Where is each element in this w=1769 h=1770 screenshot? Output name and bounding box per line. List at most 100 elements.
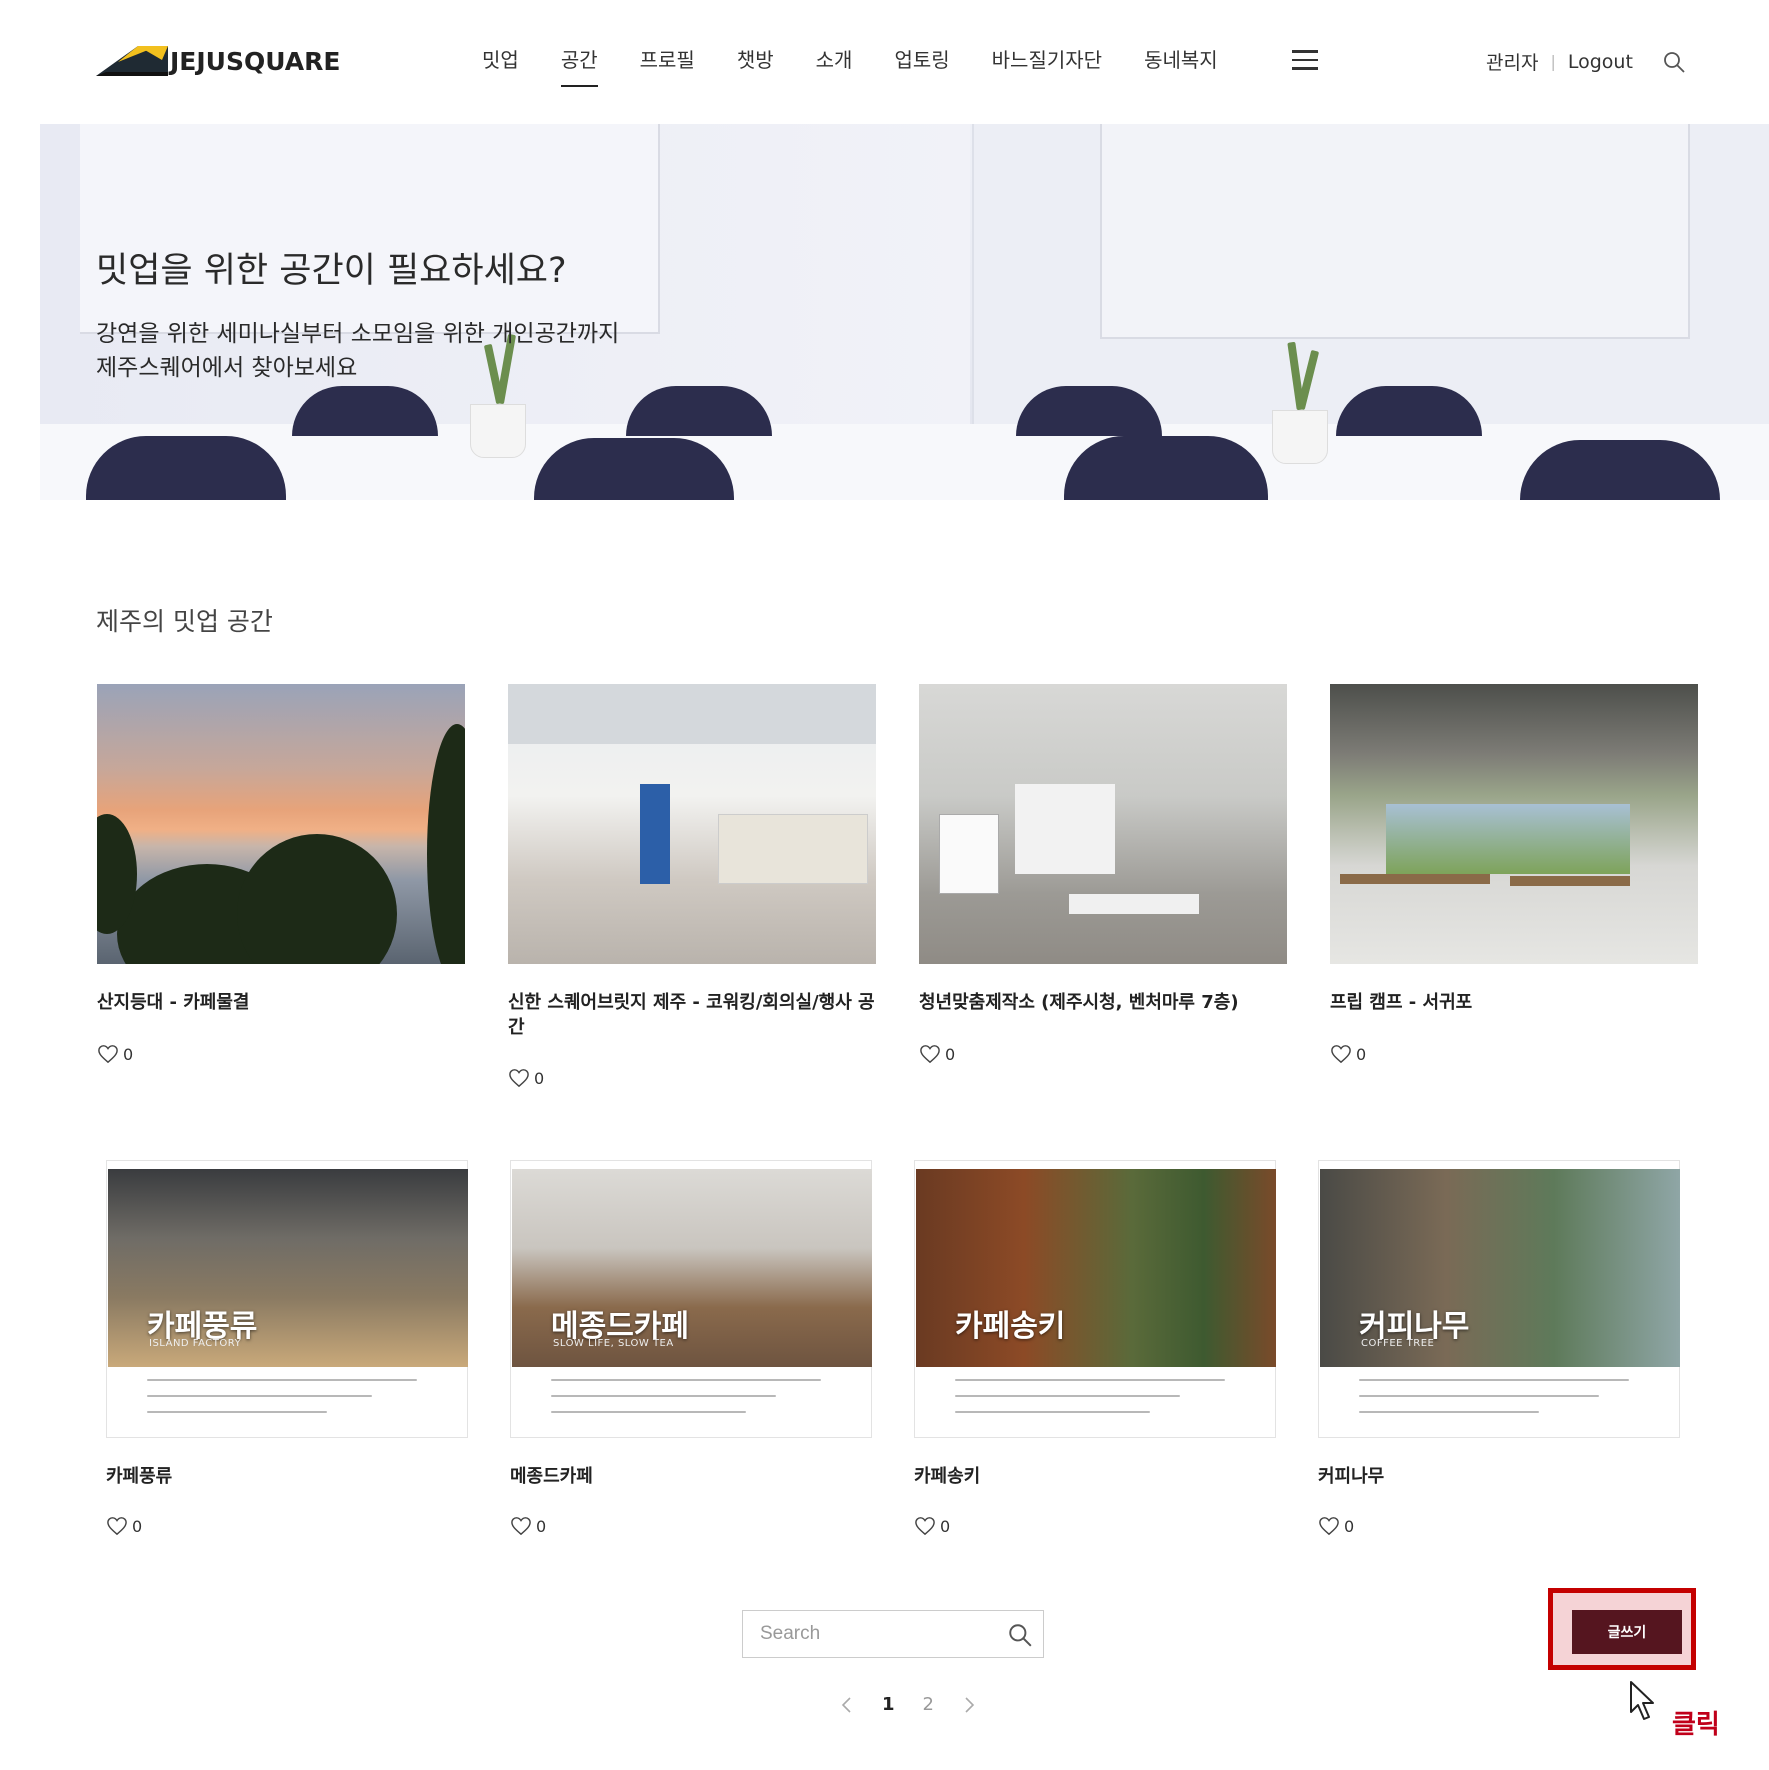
poster-info [1359, 1379, 1659, 1434]
hero-whiteboard-right [1100, 124, 1690, 339]
poster-info [147, 1379, 447, 1434]
heart-icon[interactable] [510, 1516, 532, 1536]
heart-icon[interactable] [106, 1516, 128, 1536]
user-separator: | [1550, 52, 1556, 71]
card-title[interactable]: 카페풍류 [106, 1464, 468, 1489]
like-count: 0 [945, 1044, 956, 1064]
hamburger-menu-icon[interactable] [1292, 50, 1318, 70]
like-counter[interactable]: 0 [510, 1516, 546, 1536]
hero-subtitle: 강연을 위한 세미나실부터 소모임을 위한 개인공간까지 제주스퀘어에서 찾아보… [96, 317, 619, 385]
nav-item-chat[interactable]: 챗방 [737, 44, 774, 73]
hero-plant-pot [1272, 410, 1328, 464]
poster-subtitle: ISLAND FACTORY [149, 1338, 242, 1349]
card-image-tree [237, 834, 397, 964]
hero-plant-pot [470, 404, 526, 458]
logout-link[interactable]: Logout [1568, 51, 1633, 73]
card-image-shelf [718, 814, 868, 884]
hero-chair [1064, 436, 1268, 500]
like-count: 0 [940, 1516, 951, 1536]
like-counter[interactable]: 0 [106, 1516, 142, 1536]
like-count: 0 [1344, 1516, 1355, 1536]
like-counter[interactable]: 0 [914, 1516, 950, 1536]
nav-item-meetup[interactable]: 밋업 [482, 44, 519, 73]
card-title[interactable]: 청년맞춤제작소 (제주시청, 벤처마루 7층) [919, 990, 1287, 1015]
heart-icon[interactable] [914, 1516, 936, 1536]
poster-info [955, 1379, 1255, 1434]
like-counter[interactable]: 0 [508, 1068, 544, 1088]
like-counter[interactable]: 0 [97, 1044, 133, 1064]
hero-subtitle-line: 제주스퀘어에서 찾아보세요 [96, 355, 358, 381]
hero-whiteboard-left [80, 124, 660, 334]
card-image[interactable] [1330, 684, 1698, 964]
card-poster[interactable]: 카페송키 [914, 1160, 1276, 1438]
logo-mark-icon [96, 46, 168, 76]
card-image-column [640, 784, 670, 884]
card-title[interactable]: 산지등대 - 카페물결 [97, 990, 465, 1015]
heart-icon[interactable] [1330, 1044, 1352, 1064]
nav-item-profile[interactable]: 프로필 [640, 44, 695, 73]
card-title[interactable]: 카페송키 [914, 1464, 1276, 1489]
poster-info [551, 1379, 851, 1434]
search-input[interactable] [744, 1612, 994, 1656]
like-count: 0 [123, 1044, 134, 1064]
card-image-window [1386, 804, 1630, 874]
card-image-whiteboard [939, 814, 999, 894]
hero-chair [534, 438, 734, 500]
chevron-right-icon[interactable] [962, 1696, 976, 1714]
hero-banner: 밋업을 위한 공간이 필요하세요? 강연을 위한 세미나실부터 소모임을 위한 … [40, 124, 1769, 500]
card-poster[interactable]: 커피나무 COFFEE TREE [1318, 1160, 1680, 1438]
like-counter[interactable]: 0 [1330, 1044, 1366, 1064]
nav-item-reporters[interactable]: 바느질기자단 [992, 44, 1102, 73]
card-poster[interactable]: 카페풍류 ISLAND FACTORY [106, 1160, 468, 1438]
admin-link[interactable]: 관리자 [1486, 48, 1538, 75]
section-title: 제주의 밋업 공간 [96, 607, 273, 636]
search-icon[interactable] [1007, 1622, 1033, 1648]
nav-item-welfare[interactable]: 동네복지 [1144, 44, 1218, 73]
poster-subtitle: SLOW LIFE, SLOW TEA [553, 1338, 674, 1349]
site-header: JEJUSQUARE 밋업 공간 프로필 챗방 소개 업토링 바느질기자단 동네… [0, 0, 1769, 124]
card-image-tree [427, 724, 465, 964]
card-title[interactable]: 프립 캠프 - 서귀포 [1330, 990, 1698, 1015]
like-count: 0 [132, 1516, 143, 1536]
user-area: 관리자 | Logout [1486, 48, 1633, 75]
poster-subtitle: COFFEE TREE [1361, 1338, 1435, 1349]
card-image-ceiling [508, 684, 876, 744]
page-number[interactable]: 2 [923, 1694, 934, 1715]
card-poster[interactable]: 메종드카페 SLOW LIFE, SLOW TEA [510, 1160, 872, 1438]
like-count: 0 [534, 1068, 545, 1088]
click-annotation-label: 클릭 [1672, 1710, 1720, 1740]
card-image-table [1340, 874, 1490, 884]
hero-chair [86, 436, 286, 500]
card-title[interactable]: 신한 스퀘어브릿지 제주 - 코워킹/회의실/행사 공간 [508, 990, 876, 1040]
page-number[interactable]: 1 [882, 1694, 895, 1715]
card-image[interactable] [97, 684, 465, 964]
search-box [742, 1610, 1044, 1658]
like-count: 0 [1356, 1044, 1367, 1064]
main-nav: 밋업 공간 프로필 챗방 소개 업토링 바느질기자단 동네복지 [482, 44, 1260, 87]
nav-item-space[interactable]: 공간 [560, 44, 598, 87]
like-count: 0 [536, 1516, 547, 1536]
card-title[interactable]: 메종드카페 [510, 1464, 872, 1489]
heart-icon[interactable] [919, 1044, 941, 1064]
search-icon[interactable] [1662, 50, 1686, 74]
nav-item-uptoring[interactable]: 업토링 [894, 44, 949, 73]
like-counter[interactable]: 0 [1318, 1516, 1354, 1536]
nav-item-about[interactable]: 소개 [816, 44, 853, 73]
logo-text: JEJUSQUARE [170, 46, 341, 76]
like-counter[interactable]: 0 [919, 1044, 955, 1064]
hero-subtitle-line: 강연을 위한 세미나실부터 소모임을 위한 개인공간까지 [96, 321, 620, 347]
heart-icon[interactable] [508, 1068, 530, 1088]
heart-icon[interactable] [97, 1044, 119, 1064]
heart-icon[interactable] [1318, 1516, 1340, 1536]
card-image[interactable] [919, 684, 1287, 964]
mouse-cursor-icon [1630, 1681, 1654, 1720]
poster-name: 카페송키 [955, 1309, 1066, 1344]
card-image-table [1069, 894, 1199, 914]
card-image-table [1510, 876, 1630, 886]
chevron-left-icon[interactable] [840, 1696, 854, 1714]
card-image-screen [1015, 784, 1115, 874]
card-title[interactable]: 커피나무 [1318, 1464, 1680, 1489]
site-logo[interactable]: JEJUSQUARE [96, 42, 340, 80]
write-button[interactable]: 글쓰기 [1572, 1610, 1682, 1654]
card-image[interactable] [508, 684, 876, 964]
